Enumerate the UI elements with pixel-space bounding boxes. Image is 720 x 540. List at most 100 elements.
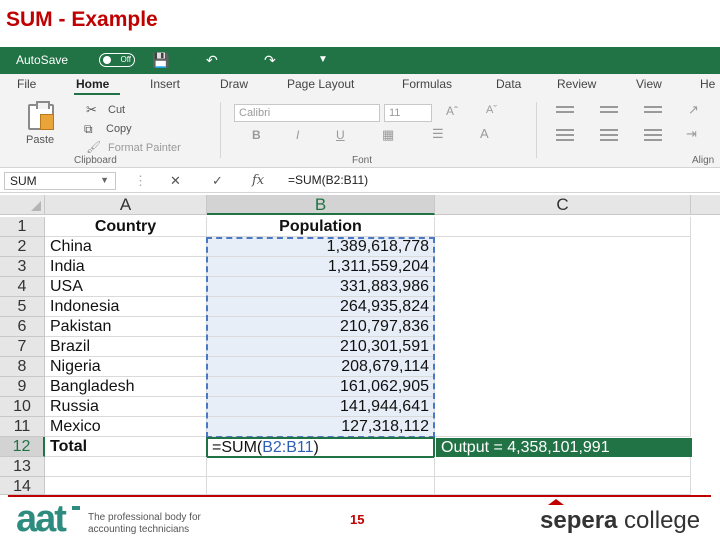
- tab-home[interactable]: Home: [76, 77, 109, 91]
- font-name-select[interactable]: Calibri: [234, 104, 380, 122]
- orientation-icon[interactable]: ↗: [688, 102, 699, 118]
- indent-icon[interactable]: ⇥: [686, 126, 697, 142]
- row-header-1[interactable]: 1: [0, 217, 45, 237]
- population-cell[interactable]: 1,389,618,778: [207, 237, 435, 257]
- total-label-cell[interactable]: Total: [45, 437, 207, 457]
- population-cell[interactable]: 208,679,114: [207, 357, 435, 377]
- save-icon[interactable]: 💾: [152, 52, 169, 68]
- country-cell[interactable]: Russia: [45, 397, 207, 417]
- row-header-3[interactable]: 3: [0, 257, 45, 277]
- row-header-8[interactable]: 8: [0, 357, 45, 377]
- country-cell[interactable]: Mexico: [45, 417, 207, 437]
- italic-button[interactable]: I: [296, 128, 299, 142]
- column-c-cells[interactable]: [435, 237, 691, 437]
- row-header-14[interactable]: 14: [0, 477, 45, 495]
- population-cell[interactable]: 331,883,986: [207, 277, 435, 297]
- cell-a14[interactable]: [45, 477, 207, 495]
- fill-color-icon[interactable]: ☰: [432, 126, 444, 142]
- country-cell[interactable]: Nigeria: [45, 357, 207, 377]
- column-header-a[interactable]: A: [45, 195, 207, 215]
- tab-review[interactable]: Review: [557, 77, 596, 91]
- autosave-toggle[interactable]: Off: [99, 53, 135, 67]
- cancel-icon[interactable]: ✕: [170, 173, 181, 189]
- redo-icon[interactable]: ↷: [264, 52, 276, 68]
- country-cell[interactable]: USA: [45, 277, 207, 297]
- row-header-10[interactable]: 10: [0, 397, 45, 417]
- name-box[interactable]: SUM ▼: [4, 172, 116, 190]
- format-painter-button[interactable]: Format Painter: [108, 142, 181, 154]
- cell-c1[interactable]: [435, 217, 691, 237]
- more-icon: ⋮: [134, 173, 147, 188]
- insert-function-icon[interactable]: fx: [252, 173, 264, 188]
- font-color-icon[interactable]: A: [480, 126, 489, 141]
- customize-toolbar-icon[interactable]: ▼: [318, 52, 328, 68]
- copy-button[interactable]: Copy: [106, 123, 132, 135]
- population-cell[interactable]: 1,311,559,204: [207, 257, 435, 277]
- align-top-icon[interactable]: [556, 106, 574, 118]
- cell-a13[interactable]: [45, 457, 207, 477]
- cell-b13[interactable]: [207, 457, 435, 477]
- chevron-down-icon[interactable]: ▼: [100, 175, 109, 185]
- increase-font-icon[interactable]: Aˆ: [446, 104, 458, 118]
- bold-button[interactable]: B: [252, 128, 261, 142]
- decrease-font-icon[interactable]: Aˇ: [486, 104, 497, 116]
- cut-button[interactable]: Cut: [108, 104, 125, 116]
- font-size-select[interactable]: 11: [384, 104, 432, 122]
- scissors-icon[interactable]: ✂: [86, 102, 97, 118]
- population-cell[interactable]: 210,301,591: [207, 337, 435, 357]
- borders-icon[interactable]: ▦: [382, 127, 394, 143]
- align-center-icon[interactable]: [600, 129, 618, 141]
- cell-c13[interactable]: [435, 457, 691, 477]
- cell-b14[interactable]: [207, 477, 435, 495]
- row-header-7[interactable]: 7: [0, 337, 45, 357]
- tab-help[interactable]: He: [700, 77, 715, 91]
- header-cell-population[interactable]: Population: [207, 217, 435, 237]
- copy-icon[interactable]: ⧉: [84, 122, 93, 137]
- row-header-4[interactable]: 4: [0, 277, 45, 297]
- row-header-12[interactable]: 12: [0, 437, 45, 457]
- align-left-icon[interactable]: [556, 129, 574, 141]
- paste-icon[interactable]: [28, 101, 54, 130]
- enter-icon[interactable]: ✓: [212, 173, 223, 189]
- population-cell[interactable]: 210,797,836: [207, 317, 435, 337]
- row-header-2[interactable]: 2: [0, 237, 45, 257]
- align-right-icon[interactable]: [644, 129, 662, 141]
- formula-input[interactable]: =SUM(B2:B11): [288, 173, 368, 187]
- row-header-5[interactable]: 5: [0, 297, 45, 317]
- tab-page-layout[interactable]: Page Layout: [287, 77, 354, 91]
- align-bottom-icon[interactable]: [644, 106, 662, 118]
- tab-view[interactable]: View: [636, 77, 662, 91]
- paste-button[interactable]: Paste: [26, 134, 54, 146]
- row-header-9[interactable]: 9: [0, 377, 45, 397]
- country-cell[interactable]: Indonesia: [45, 297, 207, 317]
- tab-file[interactable]: File: [17, 77, 36, 91]
- population-cell[interactable]: 264,935,824: [207, 297, 435, 317]
- country-cell[interactable]: China: [45, 237, 207, 257]
- format-painter-icon[interactable]: 🖌: [86, 140, 101, 154]
- active-formula-cell[interactable]: =SUM(B2:B11): [206, 437, 435, 458]
- cell-c14[interactable]: [435, 477, 691, 495]
- tab-insert[interactable]: Insert: [150, 77, 180, 91]
- country-cell[interactable]: India: [45, 257, 207, 277]
- population-cell[interactable]: 127,318,112: [207, 417, 435, 437]
- population-cell[interactable]: 141,944,641: [207, 397, 435, 417]
- column-header-b[interactable]: B: [207, 195, 435, 215]
- row-header-6[interactable]: 6: [0, 317, 45, 337]
- population-cell[interactable]: 161,062,905: [207, 377, 435, 397]
- row-header-13[interactable]: 13: [0, 457, 45, 477]
- align-middle-icon[interactable]: [600, 106, 618, 118]
- tab-draw[interactable]: Draw: [220, 77, 248, 91]
- country-cell[interactable]: Pakistan: [45, 317, 207, 337]
- country-cell[interactable]: Bangladesh: [45, 377, 207, 397]
- column-header-c[interactable]: C: [435, 195, 691, 215]
- column-header-d[interactable]: [691, 195, 720, 215]
- undo-icon[interactable]: ↶: [206, 52, 218, 68]
- row-header-11[interactable]: 11: [0, 417, 45, 437]
- country-cell[interactable]: Brazil: [45, 337, 207, 357]
- tab-formulas[interactable]: Formulas: [402, 77, 452, 91]
- ribbon-separator: [536, 102, 537, 158]
- underline-button[interactable]: U: [336, 128, 345, 142]
- tab-data[interactable]: Data: [496, 77, 521, 91]
- select-all-corner[interactable]: [0, 195, 45, 215]
- header-cell-country[interactable]: Country: [45, 217, 207, 237]
